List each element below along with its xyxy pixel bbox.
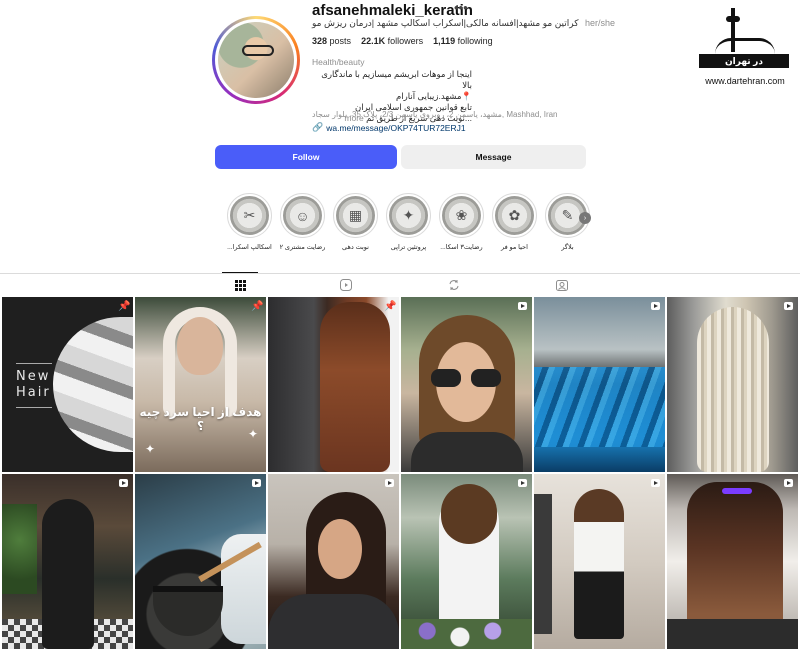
highlight-next-icon[interactable]: › [579, 212, 591, 224]
post-tile[interactable] [534, 297, 665, 472]
bio-line: اینجا از موهات ابریشم میسازیم با ماندگار… [321, 69, 472, 90]
reel-icon [518, 302, 527, 310]
highlight-cover-icon: ✿ [495, 196, 534, 235]
profile-link[interactable]: 🔗 wa.me/message/OKP74TUR72ERJ1 [312, 122, 466, 133]
profile-pronouns: her/she [585, 18, 616, 28]
profile-username: afsanehmaleki_keratin [312, 2, 473, 19]
reel-icon [252, 479, 261, 487]
sparkle-icon: ✦ [247, 427, 258, 441]
post-tile[interactable] [401, 474, 532, 649]
sparkle-icon: ✦ [145, 442, 156, 456]
highlight-label: رضایت۳ اسکا... [440, 244, 483, 251]
profile-category: Health/beauty [312, 57, 365, 67]
profile-stats: 328 posts 22.1K followers 1,119 followin… [312, 36, 493, 46]
avatar-image [218, 22, 294, 98]
post-tile[interactable] [135, 474, 266, 649]
highlight-label: نوبت دهی [342, 244, 369, 251]
posts-stat[interactable]: 328 posts [312, 36, 351, 46]
reel-icon [651, 302, 660, 310]
post-tile[interactable]: 📌 [268, 297, 399, 472]
reel-icon [385, 479, 394, 487]
pinned-icon: 📌 [118, 301, 131, 312]
profile-link-text[interactable]: wa.me/message/OKP74TUR72ERJ1 [326, 123, 465, 133]
highlight-item[interactable]: ✿ احیا مو فر [492, 193, 537, 255]
post-tile[interactable] [534, 474, 665, 649]
reel-icon [119, 479, 128, 487]
reels-icon [340, 279, 352, 291]
logo-url: www.dartehran.com [705, 76, 785, 86]
tab-posts[interactable] [231, 276, 249, 294]
highlight-label: احیا مو فر [501, 244, 528, 251]
highlight-cover-icon: ☺ [283, 196, 322, 235]
pinned-icon: 📌 [384, 301, 397, 312]
highlight-cover-icon: ✂ [230, 196, 269, 235]
post-tile[interactable] [2, 474, 133, 649]
highlight-item[interactable]: ☺ رضایت مشتری ۲ [280, 193, 325, 255]
highlight-item[interactable]: ✂ اسکالپ اسکرا... [227, 193, 272, 255]
profile-avatar[interactable] [212, 16, 300, 104]
highlight-item[interactable]: ▦ نوبت دهی [333, 193, 378, 255]
post-tile[interactable] [667, 474, 798, 649]
profile-full-name: کراتین مو مشهد|افسانه مالکی|اسکراب اسکال… [312, 18, 579, 28]
post-tile[interactable] [268, 474, 399, 649]
more-options-icon[interactable]: ••• [454, 0, 468, 15]
posts-grid: New Hair 📌 هدف از احیا سرد چیه ؟ ✦ ✦ 📌 📌 [2, 297, 798, 651]
followers-stat[interactable]: 22.1K followers [361, 36, 423, 46]
story-highlights: ✎ › بلاگر ✿ احیا مو فر ❀ رضایت۳ اسکا... ✦… [220, 193, 591, 255]
tab-reposts[interactable] [445, 276, 463, 294]
tagged-icon [556, 280, 568, 291]
grid-icon [234, 279, 246, 291]
link-icon: 🔗 [312, 122, 324, 132]
message-button[interactable]: Message [401, 145, 586, 169]
profile-full-name-row: کراتین مو مشهد|افسانه مالکی|اسکراب اسکال… [312, 18, 615, 29]
tab-reels[interactable] [337, 276, 355, 294]
highlight-label: بلاگر [561, 244, 574, 251]
highlight-label: اسکالپ اسکرا... [227, 244, 272, 251]
post-tile[interactable] [667, 297, 798, 472]
post-tile[interactable]: New Hair 📌 [2, 297, 133, 472]
logo-band-text: در تهران [699, 54, 789, 68]
post-tile[interactable] [401, 297, 532, 472]
highlight-item[interactable]: ❀ رضایت۳ اسکا... [439, 193, 484, 255]
highlight-label: رضایت مشتری ۲ [279, 244, 326, 251]
tile-text: New Hair [16, 369, 51, 400]
tab-tagged[interactable] [553, 276, 571, 294]
highlight-item[interactable]: ✦ پروتئین تراپی [386, 193, 431, 255]
bio-line: 📍مشهد.زیبایی آنارام [396, 91, 472, 101]
highlight-cover-icon: ▦ [336, 196, 375, 235]
tile-caption: هدف از احیا سرد چیه ؟ [139, 405, 262, 433]
active-tab-indicator [222, 272, 258, 273]
collage-photos [53, 317, 133, 452]
repost-icon [449, 280, 459, 290]
highlight-item[interactable]: ✎ › بلاگر [545, 193, 591, 255]
following-stat[interactable]: 1,119 following [433, 36, 493, 46]
reel-icon [784, 302, 793, 310]
pinned-icon: 📌 [251, 301, 264, 312]
follow-button[interactable]: Follow [215, 145, 397, 169]
tabs-divider [0, 273, 800, 274]
highlight-cover-icon: ✦ [389, 196, 428, 235]
highlight-cover-icon: ❀ [442, 196, 481, 235]
arch-icon [715, 38, 775, 54]
profile-address[interactable]: مشهد، یاسمن 2، روبروی یاسمن 2/3، پلاک 35… [312, 110, 558, 119]
reel-icon [784, 479, 793, 487]
reel-icon [518, 479, 527, 487]
highlight-label: پروتئین تراپی [390, 244, 427, 251]
site-logo: در تهران www.dartehran.com [695, 8, 795, 88]
reel-icon [651, 479, 660, 487]
post-tile[interactable]: هدف از احیا سرد چیه ؟ ✦ ✦ 📌 [135, 297, 266, 472]
